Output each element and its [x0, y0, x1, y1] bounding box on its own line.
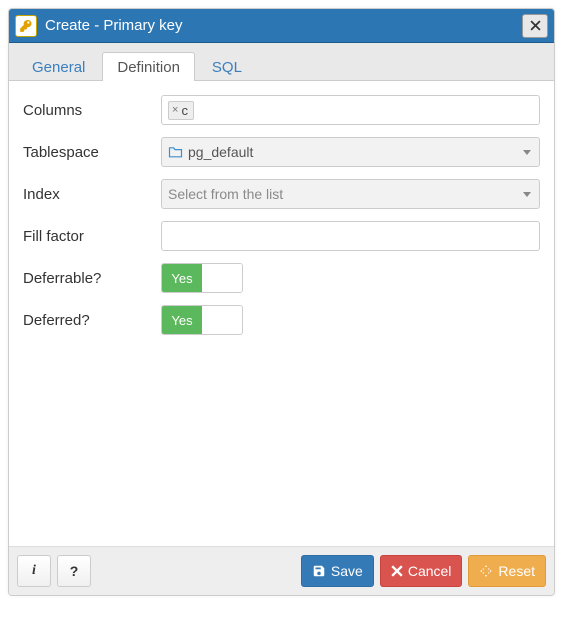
toggle-handle — [202, 264, 242, 292]
tab-general[interactable]: General — [17, 52, 100, 81]
fill-factor-input[interactable] — [161, 221, 540, 251]
fill-factor-field[interactable] — [168, 227, 533, 245]
reset-icon — [479, 564, 493, 578]
label-fill-factor: Fill factor — [23, 228, 161, 245]
columns-input[interactable]: × c — [161, 95, 540, 125]
help-button[interactable]: ? — [57, 555, 91, 587]
tablespace-select[interactable]: pg_default — [161, 137, 540, 167]
chevron-down-icon — [523, 150, 531, 155]
label-deferred: Deferred? — [23, 312, 161, 329]
save-label: Save — [331, 563, 363, 579]
cancel-label: Cancel — [408, 563, 452, 579]
cancel-button[interactable]: Cancel — [380, 555, 463, 587]
token-remove-icon[interactable]: × — [172, 104, 178, 116]
toggle-on-label: Yes — [162, 306, 202, 334]
row-deferred: Deferred? Yes — [23, 305, 540, 335]
reset-button[interactable]: Reset — [468, 555, 546, 587]
row-index: Index Select from the list — [23, 179, 540, 209]
row-columns: Columns × c — [23, 95, 540, 125]
primary-key-icon — [15, 15, 37, 37]
toggle-on-label: Yes — [162, 264, 202, 292]
column-token[interactable]: × c — [168, 101, 194, 120]
tab-bar: General Definition SQL — [9, 43, 554, 81]
tab-sql[interactable]: SQL — [197, 52, 257, 81]
titlebar: Create - Primary key — [9, 9, 554, 43]
info-button[interactable]: i — [17, 555, 51, 587]
index-placeholder: Select from the list — [168, 186, 283, 202]
row-deferrable: Deferrable? Yes — [23, 263, 540, 293]
dialog-footer: i ? Save Cancel Reset — [9, 547, 554, 595]
index-select[interactable]: Select from the list — [161, 179, 540, 209]
label-deferrable: Deferrable? — [23, 270, 161, 287]
folder-icon — [168, 146, 183, 158]
save-button[interactable]: Save — [301, 555, 374, 587]
create-primary-key-dialog: Create - Primary key General Definition … — [8, 8, 555, 596]
label-index: Index — [23, 186, 161, 203]
info-icon: i — [32, 563, 36, 579]
cancel-icon — [391, 565, 403, 577]
chevron-down-icon — [523, 192, 531, 197]
row-tablespace: Tablespace pg_default — [23, 137, 540, 167]
label-columns: Columns — [23, 102, 161, 119]
help-icon: ? — [70, 563, 79, 579]
close-button[interactable] — [522, 14, 548, 38]
toggle-handle — [202, 306, 242, 334]
tablespace-value: pg_default — [188, 144, 253, 160]
dialog-title: Create - Primary key — [45, 17, 522, 34]
row-fill-factor: Fill factor — [23, 221, 540, 251]
dialog-body: Columns × c Tablespace pg_default — [9, 81, 554, 547]
deferrable-toggle[interactable]: Yes — [161, 263, 243, 293]
deferred-toggle[interactable]: Yes — [161, 305, 243, 335]
token-text: c — [181, 103, 188, 118]
label-tablespace: Tablespace — [23, 144, 161, 161]
close-icon — [530, 20, 541, 31]
reset-label: Reset — [498, 563, 535, 579]
tab-definition[interactable]: Definition — [102, 52, 195, 81]
save-icon — [312, 564, 326, 578]
